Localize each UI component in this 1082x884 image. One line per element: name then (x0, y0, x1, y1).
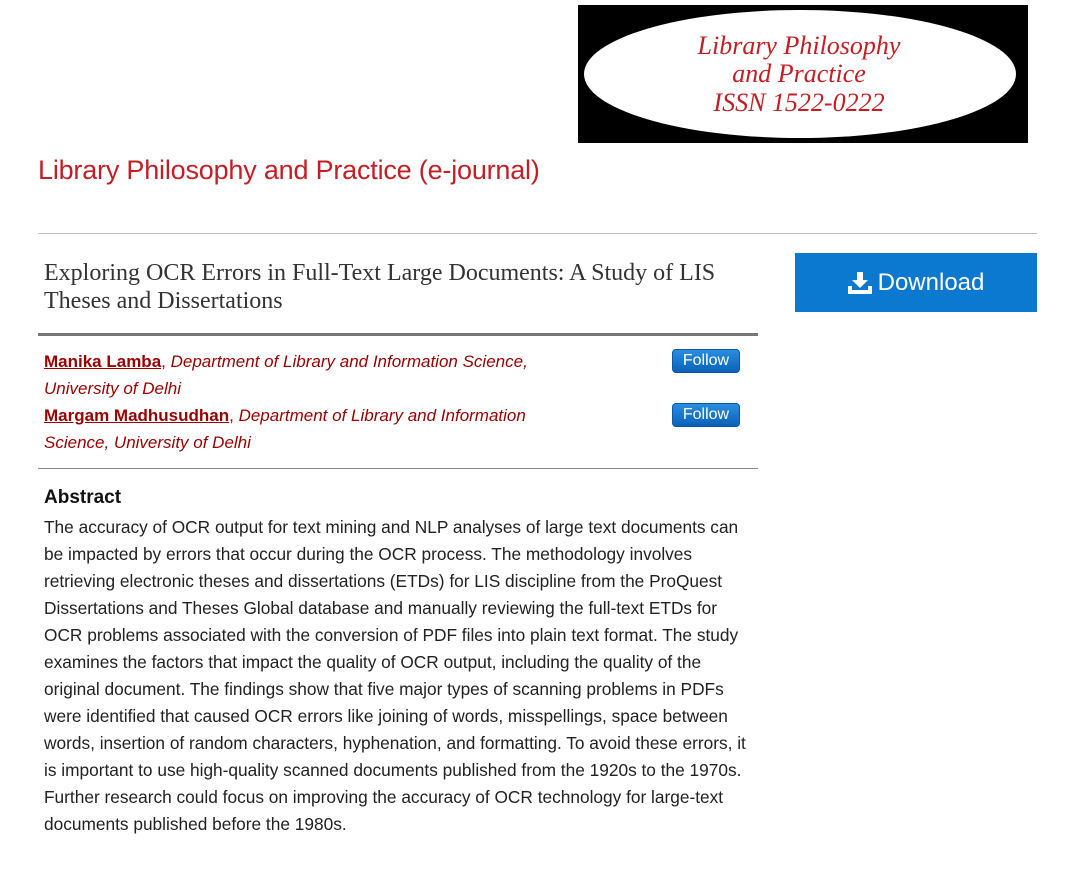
author-name-link[interactable]: Manika Lamba (44, 352, 161, 371)
header-divider (38, 233, 1037, 234)
follow-button[interactable]: Follow (672, 349, 740, 373)
author-entry: Margam Madhusudhan, Department of Librar… (44, 402, 584, 456)
logo-graphic: Library Philosophy and Practice ISSN 152… (584, 10, 1016, 138)
journal-title[interactable]: Library Philosophy and Practice (e-journ… (38, 155, 540, 186)
follow-button[interactable]: Follow (672, 403, 740, 427)
article-title: Exploring OCR Errors in Full-Text Large … (44, 260, 716, 314)
author-name-link[interactable]: Margam Madhusudhan (44, 406, 229, 425)
authors-divider (38, 468, 758, 469)
download-button[interactable]: Download (795, 253, 1037, 312)
title-divider (38, 333, 758, 336)
author-entry: Manika Lamba, Department of Library and … (44, 348, 584, 402)
author-separator: , (229, 406, 239, 425)
download-label: Download (877, 268, 985, 296)
journal-logo: Library Philosophy and Practice ISSN 152… (578, 5, 1028, 143)
logo-line-2: and Practice (732, 59, 866, 88)
abstract-text: The accuracy of OCR output for text mini… (44, 517, 746, 834)
download-icon (847, 271, 872, 294)
logo-line-1: Library Philosophy (697, 31, 901, 60)
abstract-heading: Abstract (44, 487, 122, 508)
logo-line-3: ISSN 1522-0222 (712, 88, 884, 117)
author-separator: , (161, 352, 171, 371)
